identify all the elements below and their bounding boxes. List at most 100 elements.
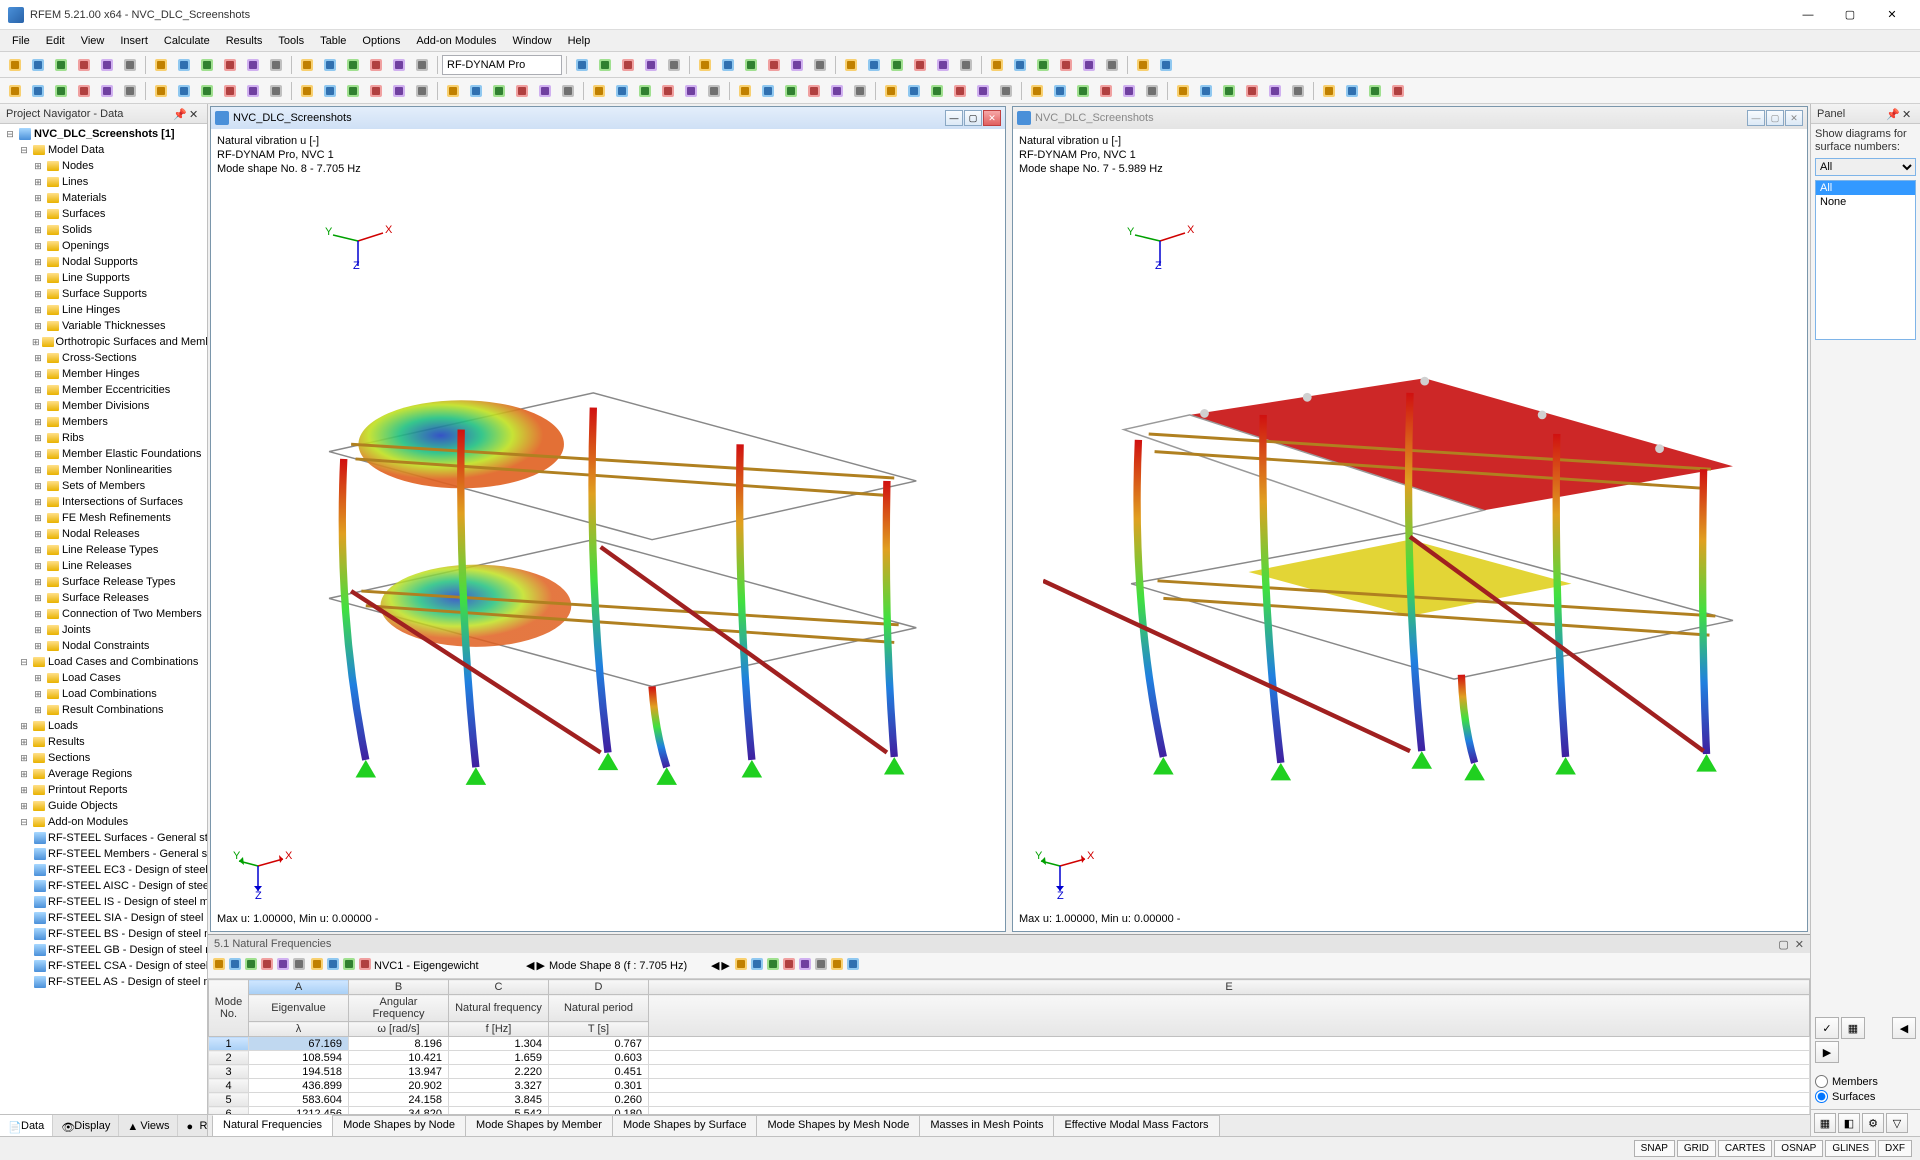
tree-item[interactable]: ⊞Connection of Two Members xyxy=(0,606,207,622)
toolbar-button[interactable] xyxy=(926,80,948,102)
tab-data[interactable]: 📄Data xyxy=(0,1115,53,1136)
toolbar-button[interactable] xyxy=(296,54,318,76)
toolbar-button[interactable] xyxy=(694,54,716,76)
filter-icon[interactable]: ▽ xyxy=(1886,1113,1908,1133)
data-grid[interactable]: ModeNo.ABCDEEigenvalueAngular FrequencyN… xyxy=(208,979,1810,1114)
status-toggle-osnap[interactable]: OSNAP xyxy=(1774,1140,1823,1157)
toolbar-button[interactable] xyxy=(219,80,241,102)
toolbar-button[interactable] xyxy=(276,957,290,974)
tab-views[interactable]: ▲Views xyxy=(119,1115,178,1136)
toolbar-button[interactable] xyxy=(955,54,977,76)
toolbar-button[interactable] xyxy=(310,957,324,974)
viewport-min-button[interactable]: — xyxy=(945,110,963,126)
tree-item[interactable]: ⊞Line Releases xyxy=(0,558,207,574)
toolbar-button[interactable] xyxy=(326,957,340,974)
toolbar-button[interactable] xyxy=(740,54,762,76)
toolbar-button[interactable] xyxy=(786,54,808,76)
toolbar-button[interactable] xyxy=(1118,80,1140,102)
viewport-max-button[interactable]: ▢ xyxy=(964,110,982,126)
toolbar-button[interactable] xyxy=(1141,80,1163,102)
tree-item[interactable]: RF-STEEL CSA - Design of steel members xyxy=(0,958,207,974)
toolbar-button[interactable] xyxy=(411,80,433,102)
toolbar-button[interactable] xyxy=(1341,80,1363,102)
toolbar-button[interactable] xyxy=(342,957,356,974)
toolbar-button[interactable] xyxy=(465,80,487,102)
table-tab[interactable]: Effective Modal Mass Factors xyxy=(1053,1115,1219,1136)
close-button[interactable]: ✕ xyxy=(1872,3,1912,27)
toolbar-button[interactable] xyxy=(1101,54,1123,76)
tree-item[interactable]: ⊞Sets of Members xyxy=(0,478,207,494)
toolbar-button[interactable] xyxy=(594,54,616,76)
menu-view[interactable]: View xyxy=(73,33,113,49)
toolbar-button[interactable] xyxy=(886,54,908,76)
toolbar-button[interactable] xyxy=(4,80,26,102)
toolbar-button[interactable] xyxy=(995,80,1017,102)
toolbar-button[interactable] xyxy=(1078,54,1100,76)
table-tab[interactable]: Mode Shapes by Mesh Node xyxy=(756,1115,920,1136)
surface-filter-list[interactable]: AllNone xyxy=(1815,180,1916,340)
toolbar-button[interactable] xyxy=(173,54,195,76)
toolbar-button[interactable] xyxy=(365,80,387,102)
toolbar-button[interactable] xyxy=(196,80,218,102)
toolbar-button[interactable] xyxy=(488,80,510,102)
toolbar-button[interactable] xyxy=(1364,80,1386,102)
toolbar-combo[interactable]: RF-DYNAM Pro xyxy=(442,55,562,75)
status-toggle-cartes[interactable]: CARTES xyxy=(1718,1140,1772,1157)
tree-item[interactable]: ⊞Nodal Constraints xyxy=(0,638,207,654)
tree-item[interactable]: ⊞Member Hinges xyxy=(0,366,207,382)
toolbar-button[interactable] xyxy=(798,957,812,974)
tree-item[interactable]: ⊞Variable Thicknesses xyxy=(0,318,207,334)
toolbar-button[interactable] xyxy=(1095,80,1117,102)
toolbar-button[interactable] xyxy=(73,80,95,102)
tab-display[interactable]: 👁Display xyxy=(53,1115,119,1136)
maximize-button[interactable]: ▢ xyxy=(1830,3,1870,27)
tree-item[interactable]: ⊞Surface Releases xyxy=(0,590,207,606)
pin-icon[interactable]: 📌 xyxy=(1886,108,1898,120)
toolbar-button[interactable] xyxy=(342,54,364,76)
toolbar-button[interactable] xyxy=(442,80,464,102)
toolbar-button[interactable] xyxy=(411,54,433,76)
toolbar-button[interactable] xyxy=(292,957,306,974)
toolbar-button[interactable] xyxy=(119,54,141,76)
toolbar-button[interactable] xyxy=(588,80,610,102)
tree-item[interactable]: ⊞Loads xyxy=(0,718,207,734)
toolbar-button[interactable] xyxy=(972,80,994,102)
tree-item[interactable]: ⊞Materials xyxy=(0,190,207,206)
tree-item[interactable]: ⊞Printout Reports xyxy=(0,782,207,798)
list-item[interactable]: All xyxy=(1816,181,1915,195)
toolbar-button[interactable] xyxy=(849,80,871,102)
menu-window[interactable]: Window xyxy=(504,33,559,49)
menu-insert[interactable]: Insert xyxy=(112,33,156,49)
list-item[interactable]: None xyxy=(1816,195,1915,209)
tree-item[interactable]: ⊞Surface Supports xyxy=(0,286,207,302)
toolbar-button[interactable] xyxy=(1049,80,1071,102)
next-button[interactable]: ▶ xyxy=(1815,1041,1839,1063)
radio-surfaces[interactable]: Surfaces xyxy=(1815,1090,1916,1103)
toolbar-button[interactable] xyxy=(809,54,831,76)
menu-tools[interactable]: Tools xyxy=(270,33,312,49)
toolbar-button[interactable] xyxy=(909,54,931,76)
tree-item[interactable]: ⊞Nodes xyxy=(0,158,207,174)
tree-item[interactable]: RF-STEEL IS - Design of steel members xyxy=(0,894,207,910)
toolbar-button[interactable] xyxy=(388,80,410,102)
toolbar-button[interactable] xyxy=(780,80,802,102)
tree-item[interactable]: ⊞Joints xyxy=(0,622,207,638)
prev-button[interactable]: ◀ xyxy=(1892,1017,1916,1039)
minimize-button[interactable]: — xyxy=(1788,3,1828,27)
menu-help[interactable]: Help xyxy=(560,33,599,49)
tree-item[interactable]: ⊞Average Regions xyxy=(0,766,207,782)
table-tab[interactable]: Mode Shapes by Node xyxy=(332,1115,466,1136)
tree-item[interactable]: ⊞Members xyxy=(0,414,207,430)
tree-item[interactable]: ⊞Surface Release Types xyxy=(0,574,207,590)
surface-filter-select[interactable]: All xyxy=(1815,158,1916,176)
toolbar-button[interactable] xyxy=(803,80,825,102)
menu-add-on-modules[interactable]: Add-on Modules xyxy=(408,33,504,49)
toolbar-button[interactable] xyxy=(342,80,364,102)
tree-item[interactable]: ⊞Cross-Sections xyxy=(0,350,207,366)
nav-button[interactable]: ◀ xyxy=(711,959,719,972)
tree-item[interactable]: RF-STEEL AS - Design of steel members xyxy=(0,974,207,990)
toolbar-button[interactable] xyxy=(1026,80,1048,102)
toolbar-button[interactable] xyxy=(949,80,971,102)
menu-calculate[interactable]: Calculate xyxy=(156,33,218,49)
toolbar-button[interactable] xyxy=(826,80,848,102)
